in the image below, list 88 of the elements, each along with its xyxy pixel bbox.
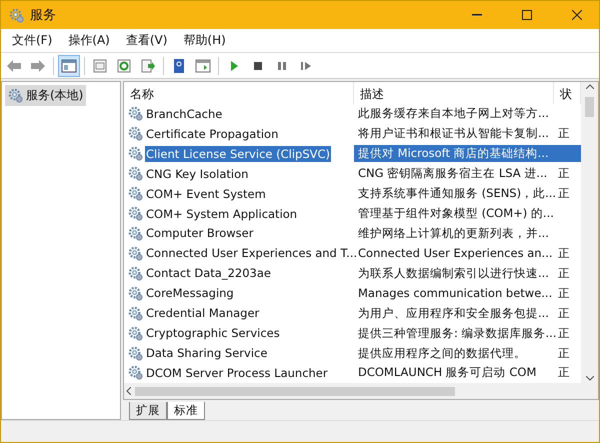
- restart-icon: [300, 60, 312, 72]
- scroll-left-icon[interactable]: [126, 387, 131, 395]
- view-tab[interactable]: 标准: [167, 402, 205, 420]
- service-name[interactable]: Certificate Propagation: [145, 126, 280, 142]
- gear-icon: [128, 146, 143, 162]
- gear-icon: [128, 326, 143, 341]
- gear-icon: [128, 186, 143, 202]
- pane-button[interactable]: [58, 54, 80, 76]
- description-cell-text: 管理基于组件对象模型 (COM+) 的...: [357, 205, 554, 222]
- service-name[interactable]: Contact Data_2203ae: [145, 265, 272, 282]
- description-cell-text: DCOMLAUNCH 服务可启动 COM: [357, 364, 538, 382]
- horizontal-scrollbar[interactable]: [124, 383, 598, 399]
- tree-item[interactable]: 服务(本地): [5, 85, 86, 106]
- status-cell-text: 正: [557, 264, 571, 282]
- status-cell-text: 正: [557, 304, 571, 322]
- menu-item[interactable]: 帮助(H): [176, 30, 233, 51]
- description-cell-text: Manages communication betwe...: [357, 285, 554, 302]
- menu-item[interactable]: 操作(A): [61, 30, 117, 51]
- description-cell-text: 提供应用程序之间的数据代理。: [357, 344, 527, 362]
- service-name[interactable]: Connected User Experiences and T...: [145, 245, 358, 262]
- gear-icon: [128, 106, 143, 122]
- gear-icon: [128, 246, 143, 261]
- description-cell-text: 此服务缓存来自本地子网上对等方...: [357, 105, 550, 122]
- window-title: 服务: [30, 7, 57, 24]
- stop-icon: [252, 60, 264, 72]
- description-cell-text: 将用户证书和根证书从智能卡复制...: [357, 125, 550, 142]
- back-arrow-icon: [6, 58, 22, 72]
- tree-label: 服务(本地): [26, 87, 84, 104]
- gear-icon: [128, 306, 143, 321]
- service-name[interactable]: DCOM Server Process Launcher: [145, 364, 329, 381]
- export-icon: [140, 58, 156, 72]
- service-name[interactable]: BranchCache: [145, 106, 224, 122]
- service-name[interactable]: Cryptographic Services: [145, 325, 281, 342]
- status-cell-text: 正: [557, 185, 571, 202]
- description-cell-text: 提供三种管理服务: 编录数据库服务...: [357, 324, 554, 342]
- service-name[interactable]: Client License Service (ClipSVC): [145, 146, 332, 162]
- view-tab[interactable]: 扩展: [129, 402, 167, 420]
- properties-icon: [92, 58, 108, 72]
- status-cell: [554, 145, 581, 162]
- status-cell-text: 正: [557, 165, 571, 182]
- description-cell-text: 维护网络上计算机的更新列表，并...: [357, 224, 550, 242]
- column-header[interactable]: 名称: [124, 82, 354, 104]
- gear-icon: [128, 206, 143, 222]
- status-cell-text: 正: [557, 364, 571, 382]
- description-cell: 提供对 Microsoft 商店的基础结构...: [354, 145, 554, 162]
- service-name[interactable]: COM+ System Application: [145, 206, 298, 222]
- scroll-down-icon[interactable]: [586, 376, 594, 381]
- service-name[interactable]: COM+ Event System: [145, 186, 267, 202]
- gear-icon: [128, 126, 143, 142]
- gear-icon: [128, 226, 143, 241]
- scroll-up-icon[interactable]: [586, 84, 594, 89]
- description-cell-text: 为联系人数据编制索引以进行快速...: [357, 264, 550, 282]
- description-cell-text: 支持系统事件通知服务 (SENS)，此...: [357, 185, 554, 202]
- status-cell-text: 正: [557, 284, 571, 302]
- services-icon: [8, 88, 23, 103]
- vertical-scrollbar[interactable]: [581, 82, 598, 383]
- minimize-icon: [472, 14, 482, 16]
- gear-icon: [128, 365, 143, 380]
- service-name[interactable]: Data Sharing Service: [145, 345, 268, 362]
- status-cell-text: 正: [557, 324, 571, 342]
- pane-icon: [61, 58, 77, 72]
- pause-icon: [276, 60, 288, 72]
- menu-item[interactable]: 查看(V): [118, 30, 174, 51]
- play-icon: [228, 60, 240, 72]
- column-header[interactable]: 描述: [354, 82, 554, 104]
- scroll-thumb[interactable]: [135, 386, 455, 396]
- close-icon: [572, 10, 582, 20]
- gear-icon: [128, 286, 143, 301]
- help-icon: [171, 58, 187, 72]
- forward-arrow-icon: [30, 58, 46, 72]
- status-cell-text: 正: [557, 125, 571, 142]
- maximize-icon: [522, 10, 532, 20]
- gear-icon: [128, 346, 143, 361]
- console-icon: [195, 58, 211, 72]
- description-cell-text: 为用户、应用程序和安全服务包提...: [357, 304, 550, 322]
- scroll-thumb[interactable]: [585, 97, 594, 117]
- description-cell-text: CNG 密钥隔离服务宿主在 LSA 进...: [357, 165, 548, 182]
- service-name[interactable]: CoreMessaging: [145, 285, 235, 302]
- gear-icon: [128, 266, 143, 281]
- service-name[interactable]: Credential Manager: [145, 305, 260, 322]
- status-cell-text: 正: [557, 244, 571, 262]
- gear-icon: [128, 166, 143, 182]
- service-name[interactable]: Computer Browser: [145, 225, 254, 242]
- service-name[interactable]: CNG Key Isolation: [145, 166, 250, 182]
- menu-item[interactable]: 文件(F): [5, 30, 60, 51]
- refresh-icon: [116, 58, 132, 72]
- status-cell-text: 正: [557, 344, 571, 362]
- services-icon: [9, 8, 24, 22]
